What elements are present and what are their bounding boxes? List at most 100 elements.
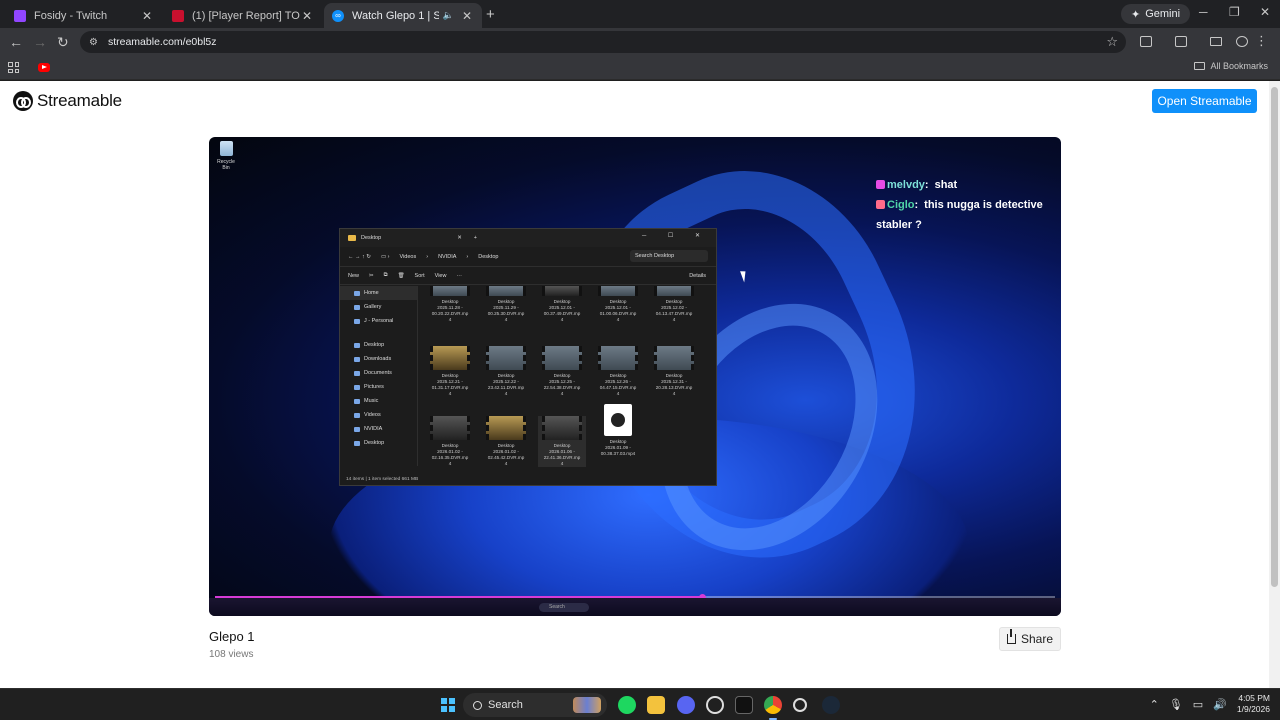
monitor-icon: ▭ ›	[380, 253, 390, 260]
streamable-logo[interactable]: Streamable	[13, 91, 122, 111]
site-settings-icon[interactable]: ⚙	[89, 37, 98, 48]
video-thumbnail-icon	[654, 286, 694, 296]
bookmark-star-icon[interactable]: ☆	[1106, 34, 1118, 50]
sidebar-item-music: Music	[340, 394, 417, 408]
close-tab-icon[interactable]: ✕	[300, 9, 314, 23]
sidebar-item-gallery: Gallery	[340, 300, 417, 314]
taskbar-search[interactable]: Search	[463, 693, 607, 717]
plus-icon: +	[473, 235, 478, 241]
file-item: Desktop 2025.12.01 -01.00.06.DVR.mp 4	[594, 286, 642, 323]
url-text[interactable]: streamable.com/e0bl5z	[108, 36, 217, 48]
view-command: View	[434, 272, 447, 279]
extensions-icon[interactable]	[1140, 36, 1152, 47]
system-tray: ⌃ 🎙 ▭ 🔊 4:05 PM 1/9/2026	[1150, 693, 1270, 715]
recycle-bin-label: Recycle Bin	[217, 159, 235, 171]
chrome-icon[interactable]	[764, 696, 782, 720]
reading-list-icon[interactable]	[1210, 37, 1222, 46]
streamable-page: Streamable Open Streamable Recycle Bin m…	[0, 81, 1269, 688]
details-command: Details	[689, 272, 706, 279]
volume-icon[interactable]: 🔊	[1213, 698, 1227, 711]
close-icon: ✕	[457, 235, 462, 241]
back-icon[interactable]: ←	[9, 34, 23, 50]
open-streamable-button[interactable]: Open Streamable	[1152, 89, 1257, 113]
sidebar-item-downloads: Downloads	[340, 352, 417, 366]
file-explorer-icon[interactable]	[647, 696, 665, 714]
explorer-tab-title: Desktop	[361, 235, 382, 241]
sidebar-item-pictures: Pictures	[340, 380, 417, 394]
media-icon[interactable]	[1175, 36, 1187, 47]
video-thumbnail-icon	[430, 346, 470, 370]
forward-icon[interactable]: →	[33, 34, 47, 50]
chevron-up-icon[interactable]: ⌃	[1150, 698, 1159, 711]
recorded-search: Search	[539, 603, 589, 612]
breadcrumb-item: Videos	[399, 253, 417, 260]
video-thumbnail-icon	[542, 286, 582, 296]
file-item: Desktop 2026.01.02 -02.45.42.DVR.mp 4	[482, 416, 530, 467]
copy-icon: ⧉	[383, 272, 388, 278]
spotify-icon[interactable]	[618, 696, 636, 714]
explorer-search: Search Desktop	[630, 250, 708, 262]
recycle-bin-icon	[219, 141, 233, 156]
chat-badge-icon	[876, 200, 885, 209]
folder-icon	[1194, 62, 1206, 70]
file-item: Desktop 2025.12.31 -20.28.13.DVR.mp 4	[650, 346, 698, 397]
start-button-icon[interactable]	[441, 698, 455, 712]
clock-date: 1/9/2026	[1236, 704, 1270, 714]
chat-overlay: melvdy: shat Ciglo: this nugga is detectiv…	[876, 175, 1061, 235]
sidebar-item-home: Home	[340, 286, 417, 300]
recorded-taskbar: Search	[209, 598, 1061, 616]
video-thumbnail-icon	[598, 346, 638, 370]
explorer-sidebar: Home Gallery J - Personal Desktop Downlo…	[340, 286, 418, 466]
sidebar-item-nvidia: NVIDIA	[340, 422, 417, 436]
reload-icon[interactable]: ↻	[57, 34, 69, 50]
cut-icon: ✂	[369, 272, 374, 279]
recycle-bin-desktop-icon: Recycle Bin	[213, 141, 239, 171]
close-tab-icon[interactable]: ✕	[460, 9, 474, 23]
scrollbar-thumb[interactable]	[1271, 87, 1278, 587]
restore-icon[interactable]: ❐	[1229, 5, 1240, 19]
apps-grid-icon[interactable]	[8, 62, 19, 73]
tab-label: (1) [Player Report] TONEE1K | V	[192, 9, 300, 22]
menu-icon[interactable]: ⋮	[1255, 34, 1268, 48]
sidebar-item-onedrive: J - Personal	[340, 314, 417, 328]
explorer-titlebar: Desktop ✕ + ─ ☐ ✕	[340, 229, 716, 247]
gemini-button[interactable]: ✦ Gemini	[1121, 4, 1191, 24]
address-bar[interactable]: ⚙ streamable.com/e0bl5z ☆	[80, 31, 1126, 53]
all-bookmarks-label: All Bookmarks	[1210, 61, 1268, 71]
video-player[interactable]: Recycle Bin melvdy: shat Ciglo: this nugga…	[209, 137, 1061, 616]
share-button[interactable]: Share	[999, 627, 1061, 651]
chat-line: melvdy: shat	[876, 175, 1061, 195]
delete-icon: 🗑	[397, 272, 405, 279]
view-count: 108 views	[209, 649, 254, 660]
microphone-icon[interactable]: 🎙	[1169, 698, 1183, 711]
youtube-icon[interactable]	[38, 63, 50, 72]
more-icon: ···	[456, 272, 462, 279]
obs-icon[interactable]	[706, 696, 724, 714]
video-thumbnail-icon	[486, 286, 526, 296]
profile-icon[interactable]	[1236, 36, 1248, 47]
file-explorer-window: Desktop ✕ + ─ ☐ ✕ ← → ↑ ↻ ▭ › Videos › N…	[339, 228, 717, 486]
close-window-icon[interactable]: ✕	[1260, 5, 1270, 19]
steam-icon[interactable]	[822, 696, 840, 714]
new-tab-icon[interactable]: +	[486, 6, 495, 23]
epic-games-icon[interactable]	[735, 696, 753, 714]
tab-player-report[interactable]: (1) [Player Report] TONEE1K | V ✕	[164, 3, 322, 28]
all-bookmarks-button[interactable]: All Bookmarks	[1194, 61, 1268, 71]
app-g-icon[interactable]	[793, 698, 807, 712]
file-item: Desktop 2026.01.09 -00.38.37.03.mp4	[594, 404, 642, 457]
discord-icon[interactable]	[677, 696, 695, 714]
tab-twitch[interactable]: Fosidy - Twitch ✕	[6, 3, 162, 28]
window-controls: ─ ☐ ✕	[642, 233, 710, 239]
tab-streamable[interactable]: ∞ Watch Glepo 1 | Streamable 🔈 ✕	[324, 3, 482, 28]
speaker-icon[interactable]: 🔈	[443, 10, 454, 21]
clock[interactable]: 4:05 PM 1/9/2026	[1237, 693, 1270, 715]
bookmarks-bar: All Bookmarks	[0, 56, 1280, 80]
page-scrollbar[interactable]	[1269, 81, 1280, 688]
video-title: Glepo 1	[209, 629, 255, 644]
sparkle-icon: ✦	[1131, 8, 1141, 21]
minimize-icon[interactable]: ─	[1199, 5, 1208, 19]
file-item: Desktop 2025.12.26 -04.47.15.DVR.mp 4	[594, 346, 642, 397]
close-tab-icon[interactable]: ✕	[140, 9, 154, 23]
video-thumbnail-icon	[486, 416, 526, 440]
network-icon[interactable]: ▭	[1193, 698, 1203, 711]
